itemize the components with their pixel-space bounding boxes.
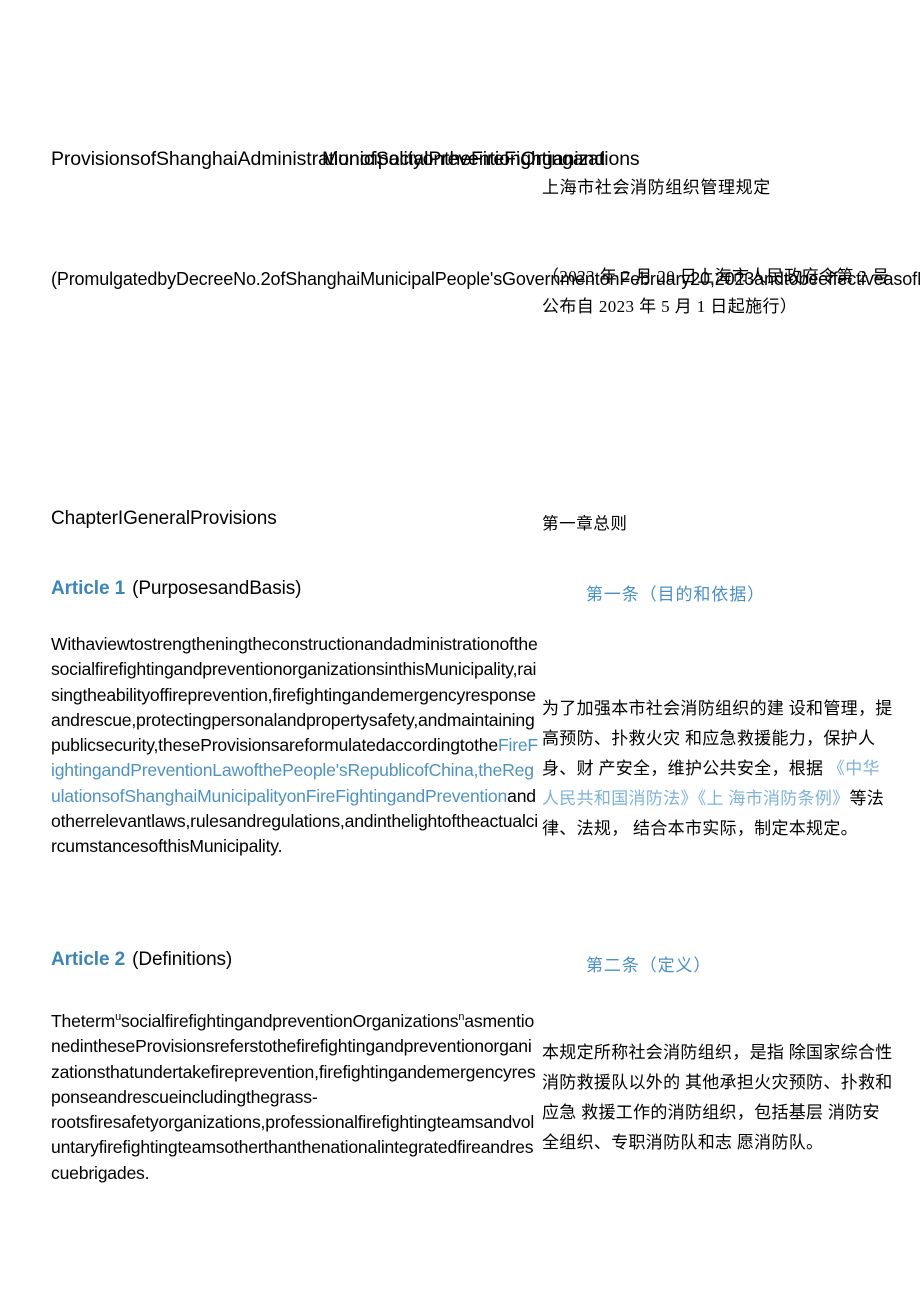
article-2-body-english: ThetermusocialfirefightingandpreventionO… <box>51 1009 538 1186</box>
article-2-subtitle: (Definitions) <box>132 949 233 970</box>
promulgation-note-english: (PromulgatedbyDecreeNo.2ofShanghaiMunici… <box>51 269 920 289</box>
chapter-heading-english: ChapterIGeneralProvisions <box>51 508 277 529</box>
article-2-defined-term: socialfirefightingandpreventionOrganizat… <box>120 1011 459 1031</box>
article-1-number: Article 1 <box>51 578 126 599</box>
article-1-subtitle: (PurposesandBasis) <box>132 578 302 599</box>
article-2-heading-chinese: 第二条（定义） <box>586 956 712 975</box>
promulgation-note-chinese: （2023 年 2 月 20 日上海市人民政府令第 2 号公布自 2023 年 … <box>542 267 890 316</box>
document-title-english-column-2: MunicipalityontheFireFightingand <box>322 148 605 170</box>
document-title-english-column-1: ProvisionsofShanghaiAdministrationofSoci… <box>51 148 640 170</box>
document-title-chinese: 上海市社会消防组织管理规定 <box>542 178 771 197</box>
chapter-heading-chinese: 第一章总则 <box>542 514 628 533</box>
article-1-body-english: Withaviewtostrengtheningtheconstructiona… <box>51 632 538 860</box>
article-2-body-segment-3: rootsfiresafetyorganizations,professiona… <box>51 1112 535 1183</box>
article-2-body-chinese: 本规定所称社会消防组织，是指 除国家综合性消防救援队以外的 其他承担火灾预防、扑… <box>542 1043 893 1152</box>
article-2-body-segment-1: Theterm <box>51 1011 116 1031</box>
article-1-body-text-before-link: Withaviewtostrengtheningtheconstructiona… <box>51 634 538 756</box>
article-2-number: Article 2 <box>51 949 126 970</box>
article-1-body-chinese: 为了加强本市社会消防组织的建 设和管理，提高预防、扑救火灾 和应急救援能力，保护… <box>542 694 894 844</box>
article-1-heading-chinese: 第一条（目的和依据） <box>586 585 765 604</box>
document-page: ProvisionsofShanghaiAdministrationofSoci… <box>0 0 920 1301</box>
article-1-heading-english: Article 1 (PurposesandBasis) <box>51 578 301 600</box>
article-2-heading-english: Article 2 (Definitions) <box>51 949 232 971</box>
